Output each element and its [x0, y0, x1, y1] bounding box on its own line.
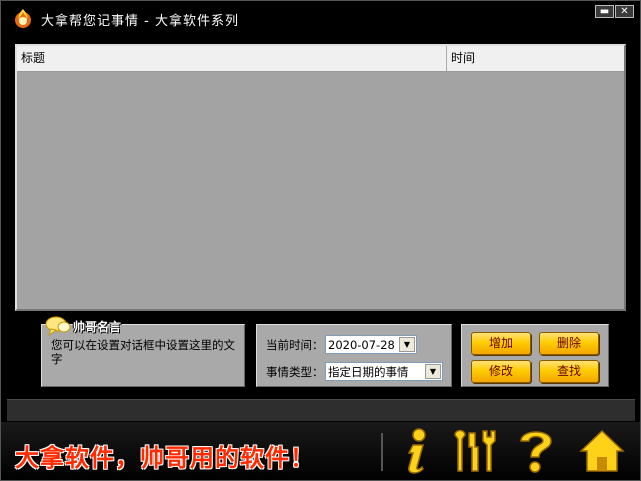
find-button[interactable]: 查找: [539, 360, 599, 383]
chevron-down-icon[interactable]: ▼: [399, 337, 415, 352]
speech-bubble-icon: [45, 316, 71, 336]
slogan-text: 大拿软件，帅哥用的软件！: [15, 444, 315, 472]
delete-button[interactable]: 删除: [539, 332, 599, 355]
close-button[interactable]: ✕: [615, 5, 634, 18]
add-button[interactable]: 增加: [471, 332, 531, 355]
home-icon[interactable]: [577, 427, 627, 475]
list-header: 标题 时间: [17, 46, 624, 72]
column-header-time[interactable]: 时间: [447, 46, 624, 71]
quote-label: 帅哥名言: [45, 316, 122, 336]
type-select[interactable]: 指定日期的事情 ▼: [325, 362, 443, 381]
status-bar: [7, 399, 635, 421]
date-picker[interactable]: 2020-07-28 ▼: [325, 335, 417, 354]
column-header-title[interactable]: 标题: [17, 46, 447, 71]
banner-divider: [381, 433, 383, 471]
title-bar[interactable]: 大拿帮您记事情 - 大拿软件系列 ▬ ✕: [1, 1, 640, 35]
quote-title: 帅哥名言: [73, 319, 122, 334]
help-icon[interactable]: [511, 427, 561, 475]
info-icon[interactable]: [389, 427, 439, 475]
date-label: 当前时间：: [266, 338, 324, 352]
app-flame-icon: [15, 9, 31, 28]
minimize-button[interactable]: ▬: [595, 5, 614, 18]
tools-icon[interactable]: [449, 427, 499, 475]
type-value: 指定日期的事情: [328, 364, 409, 379]
records-list[interactable]: 标题 时间: [15, 44, 626, 311]
date-value: 2020-07-28: [328, 337, 395, 352]
type-label: 事情类型：: [266, 365, 324, 379]
main-window: 大拿帮您记事情 - 大拿软件系列 ▬ ✕ 标题 时间 帅哥名言 您可以在设置对话…: [0, 0, 641, 481]
window-title: 大拿帮您记事情 - 大拿软件系列: [41, 14, 239, 29]
quote-text: 您可以在设置对话框中设置这里的文字: [51, 338, 235, 366]
edit-button[interactable]: 修改: [471, 360, 531, 383]
chevron-down-icon[interactable]: ▼: [425, 364, 441, 379]
